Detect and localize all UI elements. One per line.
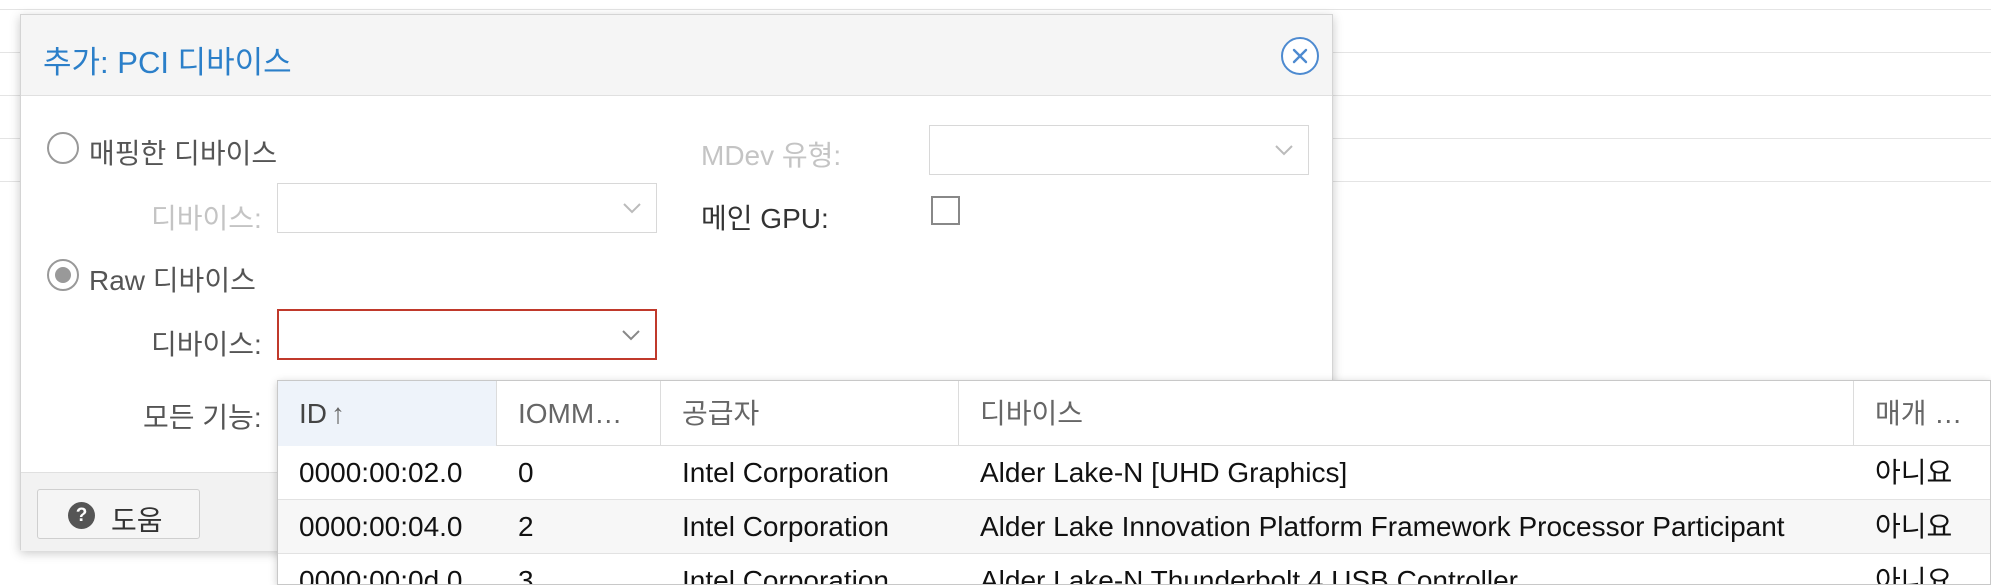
cell-id: 0000:00:02.0 xyxy=(299,457,463,488)
background-row xyxy=(0,9,1991,10)
column-header-id[interactable]: ID ↑ xyxy=(278,381,497,446)
help-button[interactable]: ? 도움 xyxy=(37,489,200,539)
all-functions-label: 모든 기능: xyxy=(143,402,262,433)
chevron-down-icon xyxy=(623,203,641,214)
mapped-device-combo[interactable] xyxy=(277,183,657,233)
cell-device: Alder Lake-N [UHD Graphics] xyxy=(980,457,1348,488)
chevron-down-icon xyxy=(622,329,640,340)
table-row[interactable]: 0000:00:0d.0 3 Intel Corporation Alder L… xyxy=(278,554,1990,585)
column-header-mdev[interactable]: 매개 … xyxy=(1854,381,1990,446)
close-icon[interactable] xyxy=(1281,37,1319,75)
mapped-device-field-label: 디바이스: xyxy=(151,203,262,234)
cell-iommu: 0 xyxy=(518,457,534,488)
column-header-vendor[interactable]: 공급자 xyxy=(661,381,959,446)
sort-ascending-icon: ↑ xyxy=(331,398,345,429)
cell-id: 0000:00:04.0 xyxy=(299,511,463,542)
primary-gpu-checkbox[interactable] xyxy=(931,196,960,225)
raw-device-field-label: 디바이스: xyxy=(151,329,262,360)
cell-device: Alder Lake Innovation Platform Framework… xyxy=(980,511,1785,542)
help-button-label: 도움 xyxy=(111,505,163,536)
cell-device: Alder Lake-N Thunderbolt 4 USB Controlle… xyxy=(980,565,1518,585)
grid-header: ID ↑ IOMM… 공급자 디바이스 매개 … xyxy=(278,381,1990,446)
table-row[interactable]: 0000:00:02.0 0 Intel Corporation Alder L… xyxy=(278,446,1990,500)
mapped-device-label: 매핑한 디바이스 xyxy=(89,138,278,169)
question-circle-icon: ? xyxy=(68,502,95,529)
mdev-type-label: MDev 유형: xyxy=(701,140,842,171)
column-header-iommu[interactable]: IOMM… xyxy=(497,381,661,446)
mapped-device-radio[interactable] xyxy=(47,132,79,164)
cell-iommu: 2 xyxy=(518,511,534,542)
raw-device-label: Raw 디바이스 xyxy=(89,265,256,296)
chevron-down-icon xyxy=(1275,145,1293,156)
dialog-header: 추가: PCI 디바이스 xyxy=(21,15,1332,95)
cell-vendor: Intel Corporation xyxy=(682,457,890,488)
cell-mdev: 아니요 xyxy=(1875,511,1953,542)
primary-gpu-label: 메인 GPU: xyxy=(701,203,829,234)
table-row[interactable]: 0000:00:04.0 2 Intel Corporation Alder L… xyxy=(278,500,1990,554)
raw-device-radio[interactable] xyxy=(47,259,79,291)
device-picker-grid: ID ↑ IOMM… 공급자 디바이스 매개 … 0000:00:02.0 0 I… xyxy=(277,380,1991,585)
mdev-type-combo[interactable] xyxy=(929,125,1309,175)
cell-mdev: 아니요 xyxy=(1875,457,1953,488)
column-header-device[interactable]: 디바이스 xyxy=(959,381,1854,446)
cell-vendor: Intel Corporation xyxy=(682,511,890,542)
cell-vendor: Intel Corporation xyxy=(682,565,890,585)
cell-mdev: 아니요 xyxy=(1875,565,1953,585)
cell-id: 0000:00:0d.0 xyxy=(299,565,463,585)
cell-iommu: 3 xyxy=(518,565,534,585)
dialog-title: 추가: PCI 디바이스 xyxy=(43,45,292,80)
raw-device-combo[interactable] xyxy=(277,309,657,360)
